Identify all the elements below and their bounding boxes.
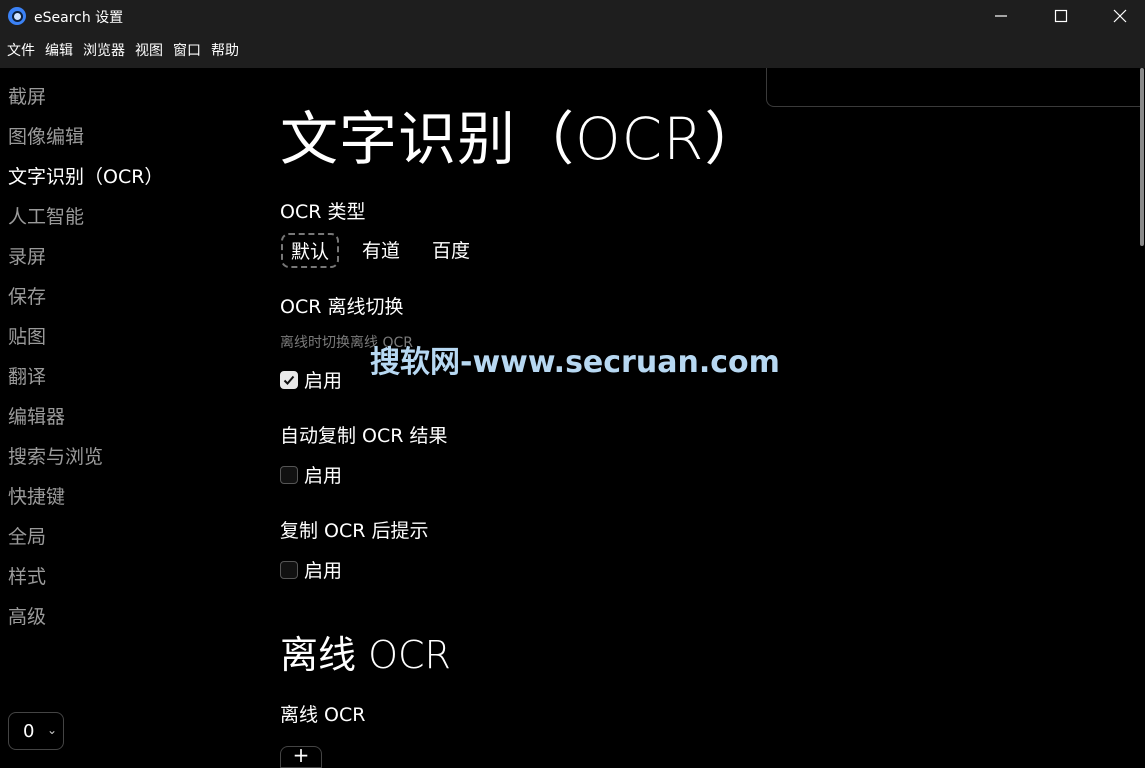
sidebar-select-value: 0 [23, 720, 35, 742]
copy-tip-checkbox[interactable] [280, 560, 298, 579]
app-logo-icon [8, 7, 26, 25]
close-button[interactable] [1097, 0, 1143, 32]
minimize-button[interactable] [978, 0, 1024, 32]
ocr-type-label: OCR 类型 [280, 201, 366, 223]
floating-panel [766, 68, 1142, 107]
sidebar-item-ai[interactable]: 人工智能 [8, 202, 84, 229]
offline-switch-label: OCR 离线切换 [280, 296, 404, 318]
checkmark-icon [283, 375, 295, 385]
menu-browser[interactable]: 浏览器 [82, 40, 126, 60]
close-icon [1113, 9, 1127, 23]
copy-tip-checkbox-row[interactable]: 启用 [280, 556, 342, 583]
menu-window[interactable]: 窗口 [172, 40, 202, 60]
sidebar-item-global[interactable]: 全局 [8, 522, 46, 549]
offline-ocr-heading: 离线 OCR [280, 633, 451, 677]
sidebar-item-search-browse[interactable]: 搜索与浏览 [8, 442, 103, 469]
copy-tip-label: 复制 OCR 后提示 [280, 520, 429, 542]
sidebar-item-shortcuts[interactable]: 快捷键 [8, 482, 65, 509]
sidebar-item-editor[interactable]: 编辑器 [8, 402, 65, 429]
title-bar: eSearch 设置 [0, 0, 1145, 32]
auto-copy-label: 自动复制 OCR 结果 [280, 425, 448, 447]
page-title: 文字识别（OCR） [280, 105, 764, 173]
sidebar-select[interactable]: 0 ⌄ [8, 712, 64, 750]
sidebar-item-screenshot[interactable]: 截屏 [8, 82, 46, 109]
sidebar-item-save[interactable]: 保存 [8, 282, 46, 309]
offline-switch-checkbox-label: 启用 [304, 370, 343, 392]
auto-copy-checkbox[interactable] [280, 465, 298, 484]
menu-file[interactable]: 文件 [6, 40, 36, 60]
offline-switch-checkbox[interactable] [280, 370, 298, 389]
auto-copy-checkbox-label: 启用 [304, 465, 343, 487]
sidebar-item-style[interactable]: 样式 [8, 562, 46, 589]
minimize-icon [995, 15, 1007, 17]
offline-ocr-label: 离线 OCR [280, 704, 366, 726]
menu-help[interactable]: 帮助 [210, 40, 240, 60]
menu-view[interactable]: 视图 [134, 40, 164, 60]
sidebar-item-ocr[interactable]: 文字识别（OCR） [8, 162, 163, 189]
scrollbar[interactable] [1140, 68, 1144, 246]
copy-tip-checkbox-label: 启用 [304, 560, 343, 582]
sidebar: 截屏 图像编辑 文字识别（OCR） 人工智能 录屏 保存 贴图 翻译 编辑器 搜… [0, 68, 260, 756]
menu-bar: 文件 编辑 浏览器 视图 窗口 帮助 [0, 32, 1145, 68]
offline-switch-checkbox-row[interactable]: 启用 [280, 366, 342, 393]
sidebar-item-translate[interactable]: 翻译 [8, 362, 46, 389]
maximize-icon [1054, 9, 1068, 23]
maximize-button[interactable] [1038, 0, 1084, 32]
sidebar-item-image-edit[interactable]: 图像编辑 [8, 122, 84, 149]
window-title: eSearch 设置 [34, 10, 124, 26]
sidebar-item-pin[interactable]: 贴图 [8, 322, 46, 349]
sidebar-item-recording[interactable]: 录屏 [8, 242, 46, 269]
ocr-type-option-baidu[interactable]: 百度 [432, 236, 470, 263]
watermark: 搜软网-www.secruan.com [370, 345, 780, 380]
sidebar-item-advanced[interactable]: 高级 [8, 602, 46, 629]
chevron-down-icon: ⌄ [46, 723, 57, 737]
auto-copy-checkbox-row[interactable]: 启用 [280, 461, 342, 488]
add-offline-ocr-button[interactable]: + [280, 745, 322, 768]
ocr-type-option-default[interactable]: 默认 [281, 233, 340, 268]
menu-edit[interactable]: 编辑 [44, 40, 74, 60]
ocr-type-option-youdao[interactable]: 有道 [362, 236, 400, 263]
